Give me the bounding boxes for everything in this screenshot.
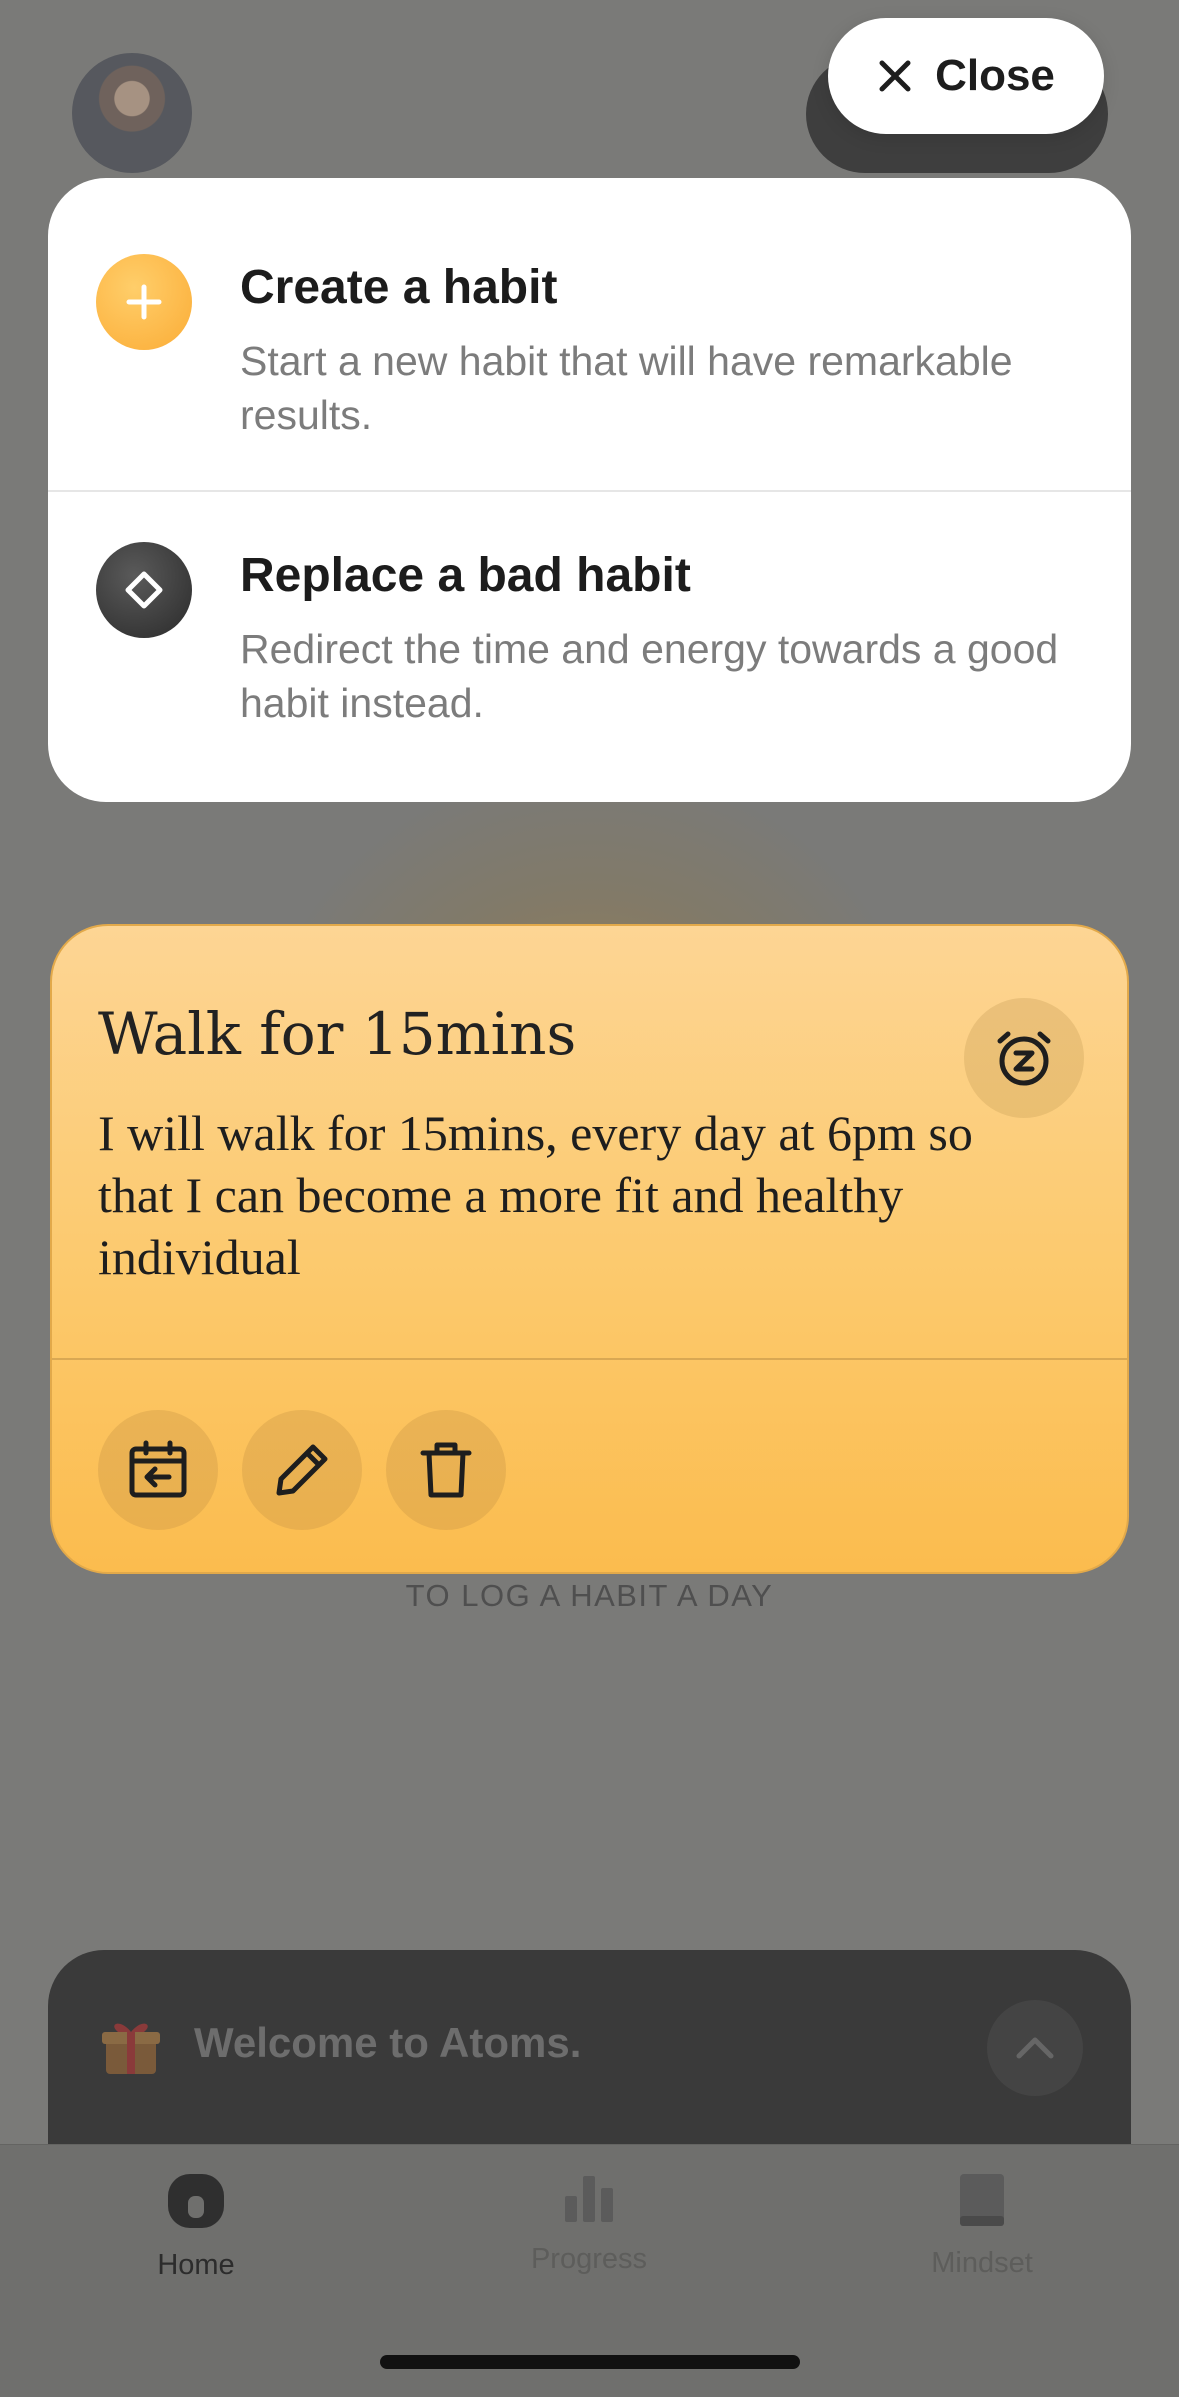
gift-icon bbox=[102, 2023, 160, 2074]
avatar bbox=[72, 53, 192, 173]
expand-welcome-button[interactable] bbox=[987, 2000, 1083, 2096]
bar-chart-icon bbox=[565, 2176, 613, 2222]
tab-label-progress: Progress bbox=[530, 2243, 648, 2275]
habit-card[interactable]: Walk for 15mins I will walk for 15mins, … bbox=[50, 924, 1129, 1574]
delete-habit-button[interactable] bbox=[386, 1410, 506, 1530]
menu-item-description: Start a new habit that will have remarka… bbox=[240, 338, 1013, 438]
habit-title: Walk for 15mins bbox=[98, 1000, 577, 1068]
tab-label-mindset: Mindset bbox=[931, 2247, 1033, 2279]
tab-mindset[interactable]: Mindset bbox=[862, 2170, 1102, 2280]
close-icon bbox=[879, 60, 911, 92]
menu-item-title: Create a habit bbox=[240, 261, 558, 314]
snooze-button[interactable] bbox=[964, 998, 1084, 1118]
add-habit-menu: Create a habit Start a new habit that wi… bbox=[48, 178, 1131, 802]
plus-icon bbox=[96, 254, 192, 350]
habit-description: I will walk for 15mins, every day at 6pm… bbox=[98, 1105, 973, 1285]
menu-item-description: Redirect the time and energy towards a g… bbox=[240, 626, 1059, 726]
tab-label-home: Home bbox=[157, 2249, 235, 2281]
tab-progress[interactable]: Progress bbox=[469, 2170, 709, 2276]
log-habit-hint: TO LOG A HABIT A DAY bbox=[405, 1578, 774, 1613]
welcome-text: Welcome to Atoms. bbox=[194, 2019, 582, 2066]
menu-item-create-habit[interactable]: Create a habit Start a new habit that wi… bbox=[48, 178, 1131, 490]
edit-habit-button[interactable] bbox=[242, 1410, 362, 1530]
trash-icon bbox=[420, 1442, 472, 1498]
book-icon bbox=[960, 2174, 1004, 2226]
log-past-day-button[interactable] bbox=[98, 1410, 218, 1530]
close-label: Close bbox=[935, 51, 1055, 100]
snooze-icon bbox=[997, 1031, 1051, 1086]
home-indicator bbox=[380, 2355, 800, 2369]
pencil-icon bbox=[276, 1444, 328, 1496]
habit-card-divider bbox=[52, 1358, 1127, 1360]
diamond-icon bbox=[96, 542, 192, 638]
menu-item-replace-habit[interactable]: Replace a bad habit Redirect the time an… bbox=[48, 492, 1131, 802]
home-icon bbox=[168, 2174, 224, 2228]
chevron-up-icon bbox=[1016, 2037, 1054, 2059]
menu-item-title: Replace a bad habit bbox=[240, 549, 691, 602]
close-button[interactable]: Close bbox=[828, 18, 1104, 134]
calendar-back-icon bbox=[129, 1440, 187, 1498]
tab-home[interactable]: Home bbox=[76, 2170, 316, 2282]
